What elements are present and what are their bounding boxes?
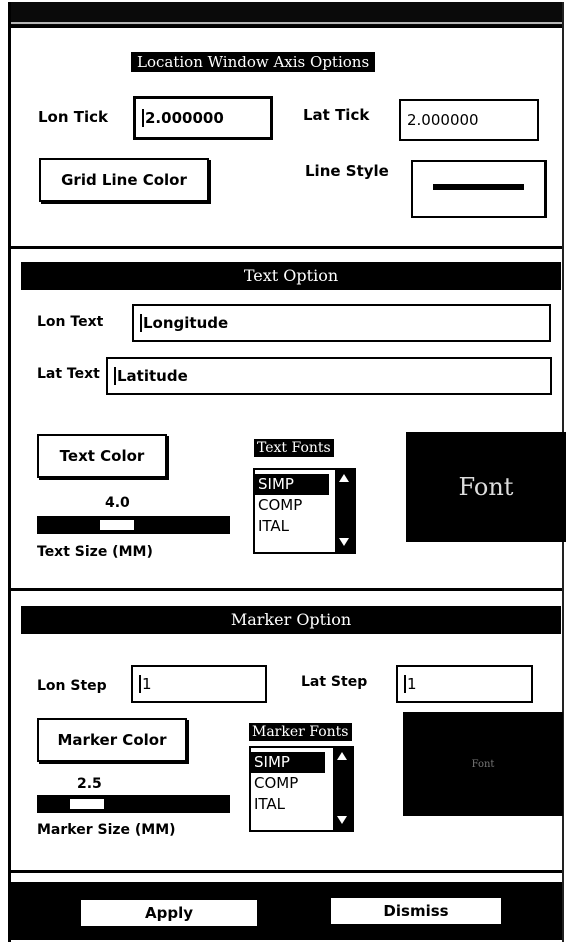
lon-step-label: Lon Step — [37, 678, 107, 694]
lon-step-input[interactable]: 1 — [131, 665, 267, 703]
text-cursor — [114, 367, 116, 385]
scroll-up-icon[interactable] — [339, 474, 349, 482]
text-fonts-list[interactable]: SIMP COMP ITAL — [253, 468, 356, 554]
text-cursor — [404, 675, 406, 693]
marker-option-title: Marker Option — [21, 606, 561, 634]
line-style-selector[interactable] — [411, 160, 547, 218]
marker-size-value: 2.5 — [77, 776, 102, 792]
footer-bar: Apply Dismiss — [11, 882, 562, 940]
scroll-down-icon[interactable] — [339, 538, 349, 546]
text-font-option-simp[interactable]: SIMP — [255, 474, 329, 495]
marker-color-button[interactable]: Marker Color — [37, 718, 187, 762]
apply-button[interactable]: Apply — [79, 898, 259, 928]
text-fonts-title: Text Fonts — [254, 439, 334, 457]
marker-font-preview: Font — [403, 712, 563, 816]
lon-text-value: Longitude — [143, 314, 229, 332]
window-title-bar[interactable] — [11, 2, 562, 28]
line-style-sample — [433, 184, 524, 190]
scroll-down-icon[interactable] — [337, 816, 347, 824]
text-cursor — [140, 314, 142, 332]
section-divider — [11, 246, 562, 249]
lat-step-input[interactable]: 1 — [396, 665, 533, 703]
marker-fonts-title: Marker Fonts — [249, 723, 352, 741]
text-cursor — [139, 675, 141, 693]
lat-text-value: Latitude — [117, 367, 188, 385]
lat-text-label: Lat Text — [37, 366, 100, 382]
lon-text-label: Lon Text — [37, 314, 104, 330]
marker-size-slider[interactable] — [37, 795, 230, 813]
section-divider — [11, 870, 562, 873]
axis-options-title: Location Window Axis Options — [131, 52, 376, 72]
marker-fonts-scrollbar[interactable] — [333, 748, 352, 830]
text-size-slider-thumb[interactable] — [99, 519, 135, 531]
scroll-up-icon[interactable] — [337, 752, 347, 760]
lat-step-value: 1 — [407, 675, 417, 693]
marker-size-label: Marker Size (MM) — [37, 822, 176, 838]
text-color-button[interactable]: Text Color — [37, 434, 167, 478]
text-fonts-scrollbar[interactable] — [335, 470, 354, 552]
marker-size-slider-thumb[interactable] — [69, 798, 105, 810]
section-divider — [11, 588, 562, 591]
text-option-title: Text Option — [21, 262, 561, 290]
lon-step-value: 1 — [142, 675, 152, 693]
lon-text-input[interactable]: Longitude — [132, 304, 551, 342]
lon-tick-label: Lon Tick — [38, 108, 109, 126]
lat-tick-input[interactable]: 2.000000 — [399, 99, 539, 141]
text-size-value: 4.0 — [105, 495, 130, 511]
text-size-slider[interactable] — [37, 516, 230, 534]
text-size-label: Text Size (MM) — [37, 544, 153, 560]
text-cursor — [142, 109, 144, 127]
marker-font-option-simp[interactable]: SIMP — [251, 752, 325, 773]
lat-tick-label: Lat Tick — [303, 106, 370, 124]
marker-fonts-list[interactable]: SIMP COMP ITAL — [249, 746, 354, 832]
lat-text-input[interactable]: Latitude — [106, 357, 552, 395]
grid-line-color-button[interactable]: Grid Line Color — [39, 158, 209, 202]
line-style-label: Line Style — [305, 162, 389, 180]
axis-options-window: Location Window Axis Options Lon Tick 2.… — [8, 2, 566, 942]
lon-tick-input[interactable]: 2.000000 — [133, 96, 273, 140]
dismiss-button[interactable]: Dismiss — [329, 896, 503, 926]
text-font-preview: Font — [406, 432, 566, 542]
lat-step-label: Lat Step — [301, 674, 368, 690]
lat-tick-value: 2.000000 — [407, 111, 479, 129]
lon-tick-value: 2.000000 — [145, 109, 224, 127]
